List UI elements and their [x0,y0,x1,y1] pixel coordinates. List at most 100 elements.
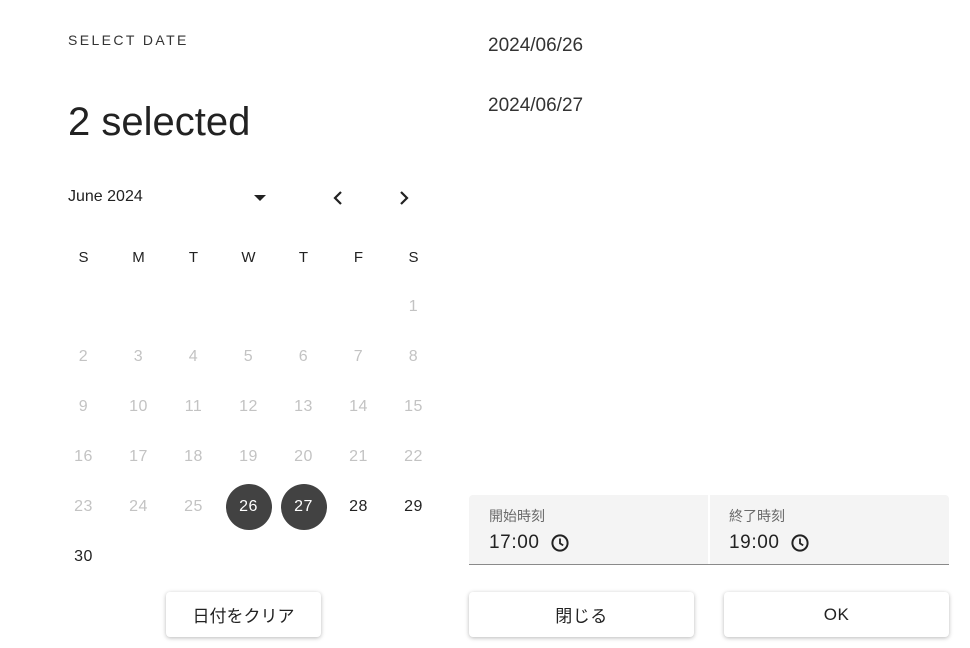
weekday-label: T [298,249,309,266]
day-cell: 25 [166,482,221,532]
day-cell[interactable]: 29 [386,482,441,532]
empty-day-cell [56,282,111,332]
clock-icon[interactable] [790,533,810,553]
day-cell: 3 [111,332,166,382]
day-number: 27 [280,484,327,530]
day-number: 20 [294,448,313,465]
weekday-label: S [408,249,419,266]
time-range-panel: 開始時刻 17:00 終了時刻 19:00 [469,495,949,565]
day-cell: 6 [276,332,331,382]
day-number: 13 [294,398,313,415]
day-cell: 20 [276,432,331,482]
calendar-week: 2 3 4 5 6 7 8 [56,332,441,382]
day-cell[interactable]: 30 [56,532,111,582]
day-number: 5 [243,348,254,365]
weekday-label: F [353,249,364,266]
day-cell[interactable]: 28 [331,482,386,532]
empty-day-cell [331,532,386,582]
calendar-week: 16 17 18 19 20 21 22 [56,432,441,482]
ok-button[interactable]: OK [724,592,949,637]
day-cell-selected[interactable]: 26 [221,482,276,532]
day-cell: 13 [276,382,331,432]
day-number: 12 [239,398,258,415]
end-time-label: 終了時刻 [729,509,785,525]
calendar-week: 30 [56,532,441,582]
day-number: 26 [225,484,272,530]
day-cell-selected[interactable]: 27 [276,482,331,532]
caret-down-icon[interactable] [250,186,270,210]
empty-day-cell [221,282,276,332]
empty-day-cell [276,532,331,582]
day-number: 8 [408,348,419,365]
calendar-week: 23 24 25 26 27 28 29 [56,482,441,532]
day-cell: 14 [331,382,386,432]
empty-day-cell [331,282,386,332]
start-time-value[interactable]: 17:00 [489,532,540,554]
day-cell: 17 [111,432,166,482]
day-number: 10 [129,398,148,415]
empty-day-cell [166,532,221,582]
day-cell: 23 [56,482,111,532]
day-number: 2 [78,348,89,365]
empty-day-cell [111,532,166,582]
day-cell: 9 [56,382,111,432]
day-number: 24 [129,498,148,515]
day-cell: 24 [111,482,166,532]
day-number: 3 [133,348,144,365]
end-time-value[interactable]: 19:00 [729,532,780,554]
day-cell: 1 [386,282,441,332]
day-number: 25 [184,498,203,515]
end-time-field[interactable]: 終了時刻 19:00 [729,495,929,565]
day-number: 15 [404,398,423,415]
day-cell: 10 [111,382,166,432]
empty-day-cell [276,282,331,332]
day-number: 6 [298,348,309,365]
day-cell: 7 [331,332,386,382]
day-number: 19 [239,448,258,465]
day-cell: 11 [166,382,221,432]
day-cell: 21 [331,432,386,482]
next-month-button[interactable] [390,184,418,212]
weekday-label: M [132,249,145,266]
clock-icon[interactable] [550,533,570,553]
day-cell: 12 [221,382,276,432]
chevron-right-icon [400,191,409,205]
selected-count-headline: 2 selected [68,100,251,144]
start-time-label: 開始時刻 [489,509,545,525]
previous-month-button[interactable] [324,184,352,212]
calendar-week: 9 10 11 12 13 14 15 [56,382,441,432]
day-cell: 22 [386,432,441,482]
selected-date-item: 2024/06/27 [488,95,584,116]
empty-day-cell [386,532,441,582]
selected-dates-list: 2024/06/26 2024/06/27 [488,34,583,154]
day-cell: 5 [221,332,276,382]
day-cell: 18 [166,432,221,482]
day-cell: 15 [386,382,441,432]
day-number: 4 [188,348,199,365]
day-number: 28 [349,498,368,515]
clear-dates-button[interactable]: 日付をクリア [166,592,321,637]
start-time-field[interactable]: 開始時刻 17:00 [489,495,689,565]
weekday-label: S [78,249,89,266]
empty-day-cell [111,282,166,332]
weekday-header: S M T W T F S [56,240,441,276]
close-button[interactable]: 閉じる [469,592,694,637]
day-cell: 16 [56,432,111,482]
day-cell: 4 [166,332,221,382]
day-cell: 19 [221,432,276,482]
calendar-grid: 1 2 3 4 5 6 7 8 9 10 11 12 13 14 15 16 17 18 19 20 21 22 23 24 2… [56,282,441,582]
day-number: 14 [349,398,368,415]
weekday-label: T [188,249,199,266]
day-number: 22 [404,448,423,465]
month-label[interactable]: June 2024 [68,188,143,206]
day-number: 11 [184,398,203,415]
day-number: 21 [349,448,368,465]
day-number: 7 [353,348,364,365]
day-cell: 8 [386,332,441,382]
calendar-header: June 2024 [68,184,422,212]
weekday-label: W [241,249,256,266]
day-number: 18 [184,448,203,465]
day-cell: 2 [56,332,111,382]
selected-date-item: 2024/06/26 [488,35,584,56]
day-number: 17 [129,448,148,465]
